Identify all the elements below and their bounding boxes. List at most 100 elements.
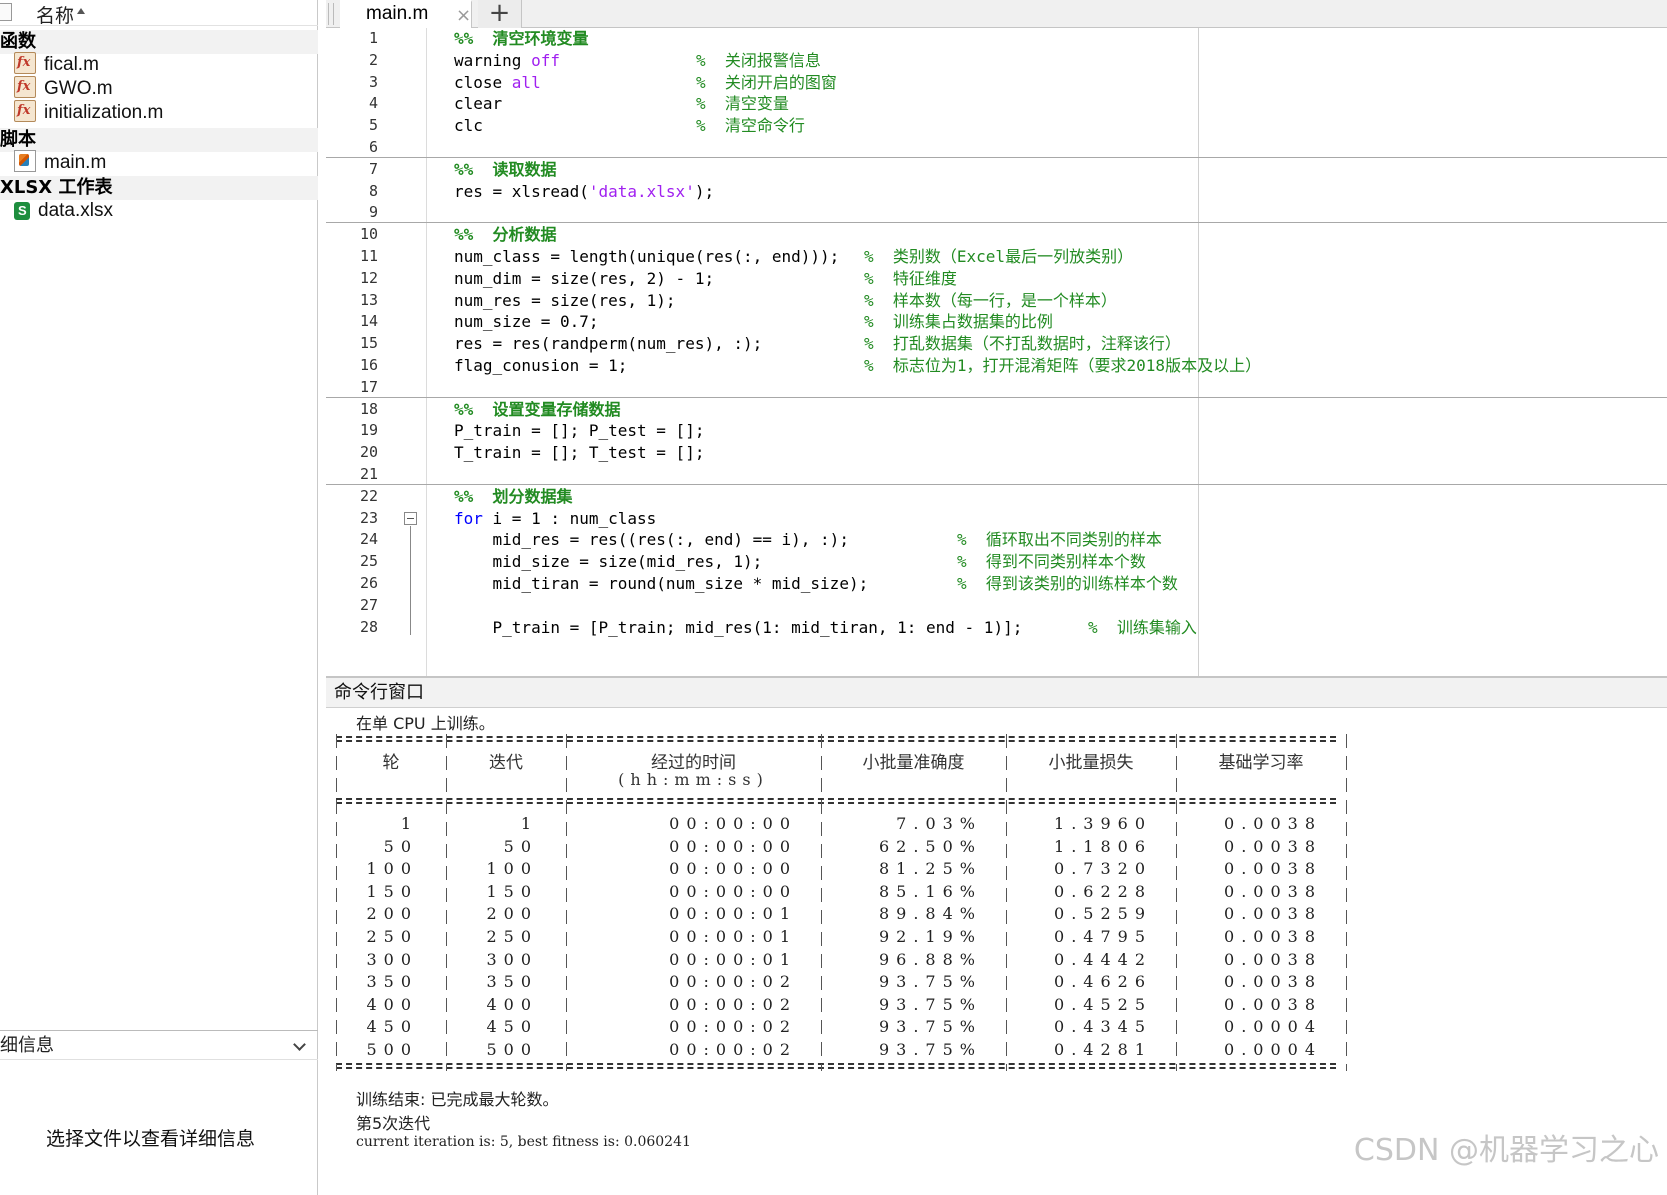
line-number: 25	[359, 552, 378, 571]
file-item-fical[interactable]: fical.m	[14, 51, 99, 76]
line-number: 21	[359, 465, 378, 483]
name-column-header[interactable]: 名称	[36, 1, 74, 28]
file-item-gwo[interactable]: GWO.m	[14, 75, 113, 100]
code-line[interactable]: 3 close all % 关闭开启的图窗	[326, 71, 1667, 94]
file-item-initialization[interactable]: initialization.m	[14, 99, 163, 124]
table-row: 200 200 00:00:01 89.84% 0.5259 0.0038	[336, 902, 1396, 926]
table-cell: 400	[366, 994, 418, 1014]
code-area[interactable]: 1 %% 清空环境变量 2 warning off % 关闭报警信息 3 close all…	[326, 28, 1667, 676]
code-line[interactable]: 22 %% 划分数据集	[326, 485, 1667, 508]
table-cell: 0.4525	[1054, 994, 1152, 1014]
code-line[interactable]: 4 clear % 清空变量	[326, 92, 1667, 115]
column-separator	[336, 734, 337, 1071]
code-text: warning off	[454, 50, 560, 70]
line-number: 6	[368, 138, 378, 156]
code-line[interactable]: 6	[326, 136, 1667, 159]
table-cell: 0.0038	[1224, 972, 1322, 992]
table-row: 450 450 00:00:02 93.75% 0.4345 0.0004	[336, 1015, 1396, 1039]
code-editor: main.m × + 1 %% 清空环境变量 2 warning off % 关闭报警信…	[326, 0, 1667, 676]
file-name: fical.m	[44, 54, 99, 75]
table-cell: 400	[486, 994, 538, 1014]
line-number: 14	[359, 312, 378, 331]
code-line[interactable]: 18 %% 设置变量存储数据	[326, 398, 1667, 421]
code-line[interactable]: 7 %% 读取数据	[326, 158, 1667, 181]
file-list-header[interactable]: 名称	[0, 0, 318, 28]
code-line[interactable]: 16 flag_conusion = 1; % 标志位为1，打开混淆矩阵（要求201…	[326, 354, 1667, 377]
table-cell: 00:00:00	[669, 881, 797, 901]
code-line[interactable]: 2 warning off % 关闭报警信息	[326, 49, 1667, 72]
command-window-output[interactable]: 在单 CPU 上训练。 轮迭代 经过的时间 小批量准确度 小批量损失 基础学习率 (hh:…	[326, 708, 1667, 1195]
column-header: 基础学习率	[1218, 753, 1304, 773]
code-line[interactable]: 11 num_class = length(unique(res(:, end))…	[326, 245, 1667, 268]
new-tab-button[interactable]: +	[478, 0, 522, 28]
close-icon[interactable]: ×	[456, 5, 471, 26]
details-panel-header[interactable]: 细信息	[0, 1030, 318, 1060]
table-cell: 89.84%	[878, 904, 982, 924]
code-line[interactable]: 9	[326, 201, 1667, 224]
code-line[interactable]: 5 clc % 清空命令行	[326, 114, 1667, 137]
code-text: num_class = length(unique(res(:, end)));	[454, 247, 840, 266]
code-line[interactable]: 27	[326, 594, 1667, 617]
code-line[interactable]: 20 T_train = []; T_test = [];	[326, 441, 1667, 464]
training-finished-text: 训练结束: 已完成最大轮数。	[356, 1090, 559, 1109]
code-line[interactable]: 10 %% 分析数据	[326, 223, 1667, 246]
table-cell: 1.3960	[1054, 814, 1152, 833]
code-line[interactable]: 21	[326, 463, 1667, 486]
table-cell: 00:00:02	[669, 1017, 797, 1037]
table-row: 500 500 00:00:02 93.75% 0.4281 0.0004	[336, 1038, 1396, 1062]
table-cell: 0.7320	[1054, 859, 1152, 879]
table-cell: 00:00:00	[669, 859, 797, 879]
group-xlsx: XLSX 工作表	[0, 176, 318, 200]
code-line[interactable]: 14 num_size = 0.7; % 训练集占数据集的比例	[326, 310, 1667, 333]
line-number: 22	[359, 486, 378, 505]
table-cell: 150	[366, 881, 418, 901]
line-number: 5	[368, 116, 378, 135]
group-scripts: 脚本	[0, 128, 318, 152]
code-text: flag_conusion = 1;	[454, 356, 628, 375]
code-line[interactable]: 23 for i = 1 : num_class	[326, 507, 1667, 530]
code-line[interactable]: 13 num_res = size(res, 1); % 样本数（每一行，是一个样本…	[326, 289, 1667, 312]
file-item-main[interactable]: main.m	[14, 150, 106, 174]
code-comment: % 训练集输入	[1088, 617, 1197, 637]
code-line[interactable]: 17	[326, 376, 1667, 399]
file-item-data-xlsx[interactable]: data.xlsx	[14, 199, 113, 223]
code-line[interactable]: 26 mid_tiran = round(num_size * mid_size…	[326, 572, 1667, 595]
code-line[interactable]: 15 res = res(randperm(num_res), :); % 打乱数据…	[326, 332, 1667, 355]
code-text: res = xlsread('data.xlsx');	[454, 181, 715, 201]
line-number: 7	[368, 159, 378, 178]
column-separator	[1176, 734, 1177, 1071]
fold-collapse-icon[interactable]	[404, 511, 417, 525]
table-cell: 0.5259	[1054, 904, 1152, 924]
table-cell: 1	[520, 814, 538, 833]
table-cell: 92.19%	[878, 927, 982, 946]
table-row: 250 250 00:00:01 92.19% 0.4795 0.0038	[336, 925, 1396, 949]
time-unit-label: (hh:mm:ss)	[618, 770, 769, 789]
table-cell: 200	[366, 904, 418, 924]
code-text: res = res(randperm(num_res), :);	[454, 334, 763, 354]
table-cell: 93.75%	[878, 1040, 982, 1059]
table-cell: 00:00:02	[669, 1040, 797, 1059]
line-number: 8	[368, 181, 378, 200]
tab-main-m[interactable]: main.m ×	[340, 0, 472, 28]
table-cell: 250	[366, 927, 418, 946]
line-number: 27	[359, 595, 378, 614]
code-comment: % 得到不同类别样本个数	[957, 552, 1146, 572]
column-header: 小批量损失	[1048, 753, 1134, 773]
table-row: 150 150 00:00:00 85.16% 0.6228 0.0038	[336, 880, 1396, 904]
drag-grip-icon[interactable]	[328, 3, 334, 25]
code-line[interactable]: 19 P_train = []; P_test = [];	[326, 419, 1667, 442]
code-line[interactable]: 1 %% 清空环境变量	[326, 27, 1667, 50]
code-line[interactable]: 25 mid_size = size(mid_res, 1); % 得到不同类别样…	[326, 550, 1667, 573]
table-cell: 50	[503, 836, 538, 856]
code-line[interactable]: 8 res = xlsread('data.xlsx');	[326, 180, 1667, 203]
sort-ascending-icon[interactable]	[77, 8, 85, 14]
code-line[interactable]: 28 P_train = [P_train; mid_res(1: mid_ti…	[326, 616, 1667, 639]
code-line[interactable]: 12 num_dim = size(res, 2) - 1; % 特征维度	[326, 267, 1667, 290]
code-line[interactable]: 24 mid_res = res((res(:, end) == i), :);…	[326, 528, 1667, 551]
column-header: 迭代	[489, 753, 523, 773]
function-file-icon	[14, 75, 36, 99]
code-comment: % 循环取出不同类别的样本	[957, 530, 1162, 550]
function-file-icon	[14, 99, 36, 123]
chevron-down-icon[interactable]	[293, 1038, 306, 1051]
column-separator	[446, 734, 447, 1071]
